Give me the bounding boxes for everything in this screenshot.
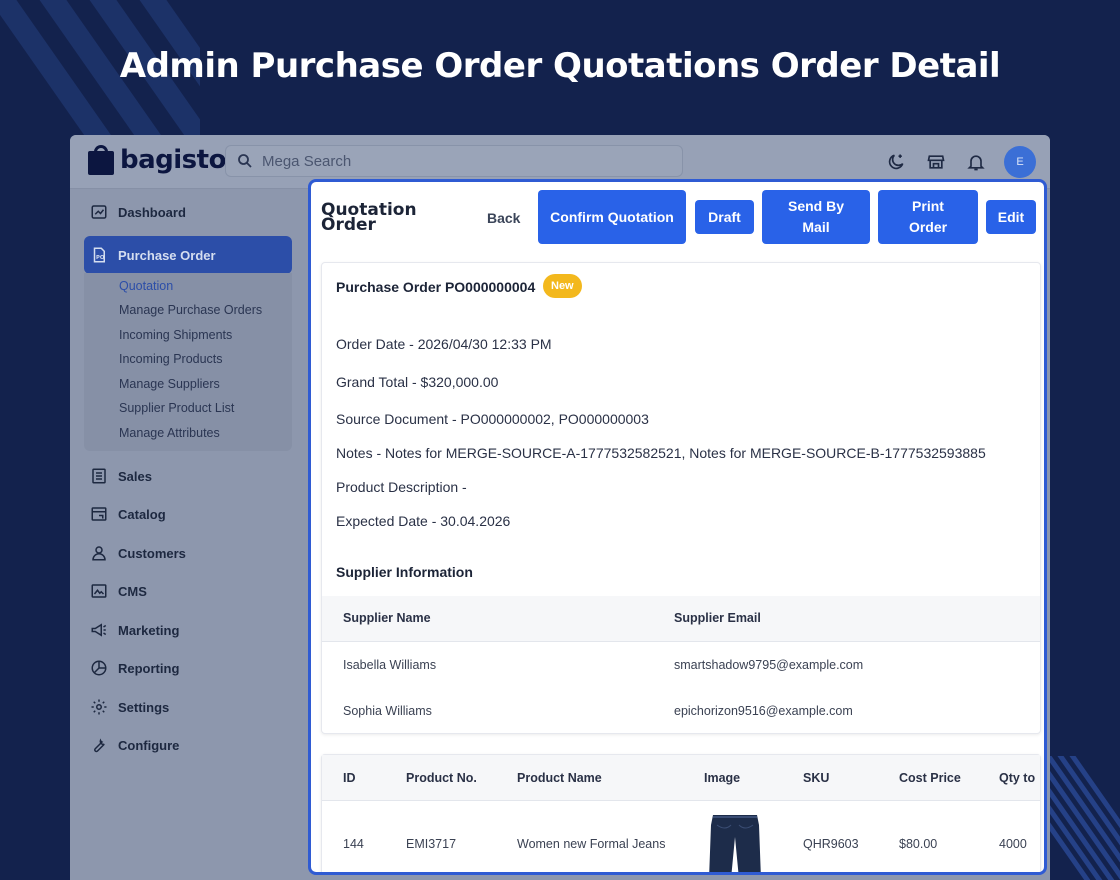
draft-button[interactable]: Draft	[695, 200, 754, 234]
logo[interactable]: bagisto	[88, 145, 226, 175]
marketing-icon	[90, 621, 108, 639]
order-details-card: Purchase Order PO000000004 New Order Dat…	[321, 262, 1041, 734]
column-header: Image	[704, 771, 741, 785]
submenu-item-manage-suppliers[interactable]: Manage Suppliers	[119, 377, 220, 391]
cost-price: $80.00	[899, 837, 938, 851]
cms-icon	[90, 582, 108, 600]
grand-total: Grand Total - $320,000.00	[336, 374, 499, 390]
dashboard-icon	[90, 203, 108, 221]
print-order-button[interactable]: Print Order	[878, 190, 978, 244]
avatar[interactable]: E	[1004, 146, 1036, 178]
sidebar-item-dashboard[interactable]: Dashboard	[84, 193, 292, 231]
sidebar-item-cms[interactable]: CMS	[84, 572, 292, 610]
source-document: Source Document - PO000000002, PO0000000…	[336, 411, 649, 427]
sidebar-item-label: Sales	[118, 468, 152, 484]
search-placeholder: Mega Search	[262, 152, 352, 170]
supplier-name: Isabella Williams	[343, 658, 437, 672]
table-header: Supplier Name Supplier Email	[322, 596, 1040, 642]
product-id: 144	[343, 837, 364, 851]
store-icon[interactable]	[924, 150, 948, 174]
product-description: Product Description -	[336, 479, 467, 495]
column-header: Product No.	[406, 771, 477, 785]
sidebar-item-sales[interactable]: Sales	[84, 457, 292, 495]
column-header: SKU	[803, 771, 830, 785]
submenu-item-manage-attributes[interactable]: Manage Attributes	[119, 426, 220, 440]
sidebar-item-label: Customers	[118, 545, 186, 561]
po-title: Purchase Order PO000000004	[336, 279, 536, 295]
column-header: Supplier Email	[674, 611, 761, 625]
column-header: Product Name	[517, 771, 602, 785]
column-header: Qty to	[999, 771, 1036, 785]
reporting-icon	[90, 659, 108, 677]
sidebar-item-catalog[interactable]: Catalog	[84, 495, 292, 533]
customers-icon	[90, 544, 108, 562]
modal-title: Quotation Order	[321, 200, 417, 235]
expected-date: Expected Date - 30.04.2026	[336, 513, 511, 529]
sidebar-item-label: Settings	[118, 699, 170, 715]
sidebar-item-reporting[interactable]: Reporting	[84, 649, 292, 687]
supplier-email: epichorizon9516@example.com	[674, 704, 853, 718]
confirm-quotation-button[interactable]: Confirm Quotation	[538, 190, 686, 244]
submenu-item-incoming-shipments[interactable]: Incoming Shipments	[119, 328, 232, 342]
table-row: 144 EMI3717 Women new Formal Jeans QHR96…	[322, 801, 1040, 872]
sales-icon	[90, 467, 108, 485]
sidebar-item-purchase-order[interactable]: PO Purchase Order	[84, 236, 292, 274]
submenu-item-quotation[interactable]: Quotation	[119, 279, 173, 293]
bag-icon	[88, 145, 114, 175]
bell-icon[interactable]	[964, 150, 988, 174]
sidebar-item-label: Purchase Order	[118, 247, 216, 263]
page-heading: Admin Purchase Order Quotations Order De…	[119, 46, 1001, 86]
product-name: Women new Formal Jeans	[517, 837, 666, 851]
table-header: ID Product No. Product Name Image SKU Co…	[322, 755, 1040, 801]
purchase-order-submenu: Quotation Manage Purchase Orders Incomin…	[84, 273, 292, 451]
sidebar-item-configure[interactable]: Configure	[84, 726, 292, 764]
sidebar-item-label: Configure	[118, 737, 180, 753]
submenu-item-supplier-product-list[interactable]: Supplier Product List	[119, 401, 234, 415]
column-header: Cost Price	[899, 771, 961, 785]
send-by-mail-button[interactable]: Send By Mail	[762, 190, 870, 244]
sidebar-item-label: CMS	[118, 583, 147, 599]
wrench-icon	[90, 736, 108, 754]
search-input[interactable]: Mega Search	[225, 145, 683, 177]
svg-text:PO: PO	[96, 255, 105, 261]
supplier-name: Sophia Williams	[343, 704, 432, 718]
sidebar-item-label: Reporting	[118, 660, 180, 676]
dark-mode-icon[interactable]	[884, 150, 908, 174]
quantity: 4000	[999, 837, 1027, 851]
catalog-icon	[90, 505, 108, 523]
sidebar-item-label: Dashboard	[118, 204, 186, 220]
notes: Notes - Notes for MERGE-SOURCE-A-1777532…	[336, 445, 986, 461]
sidebar-item-label: Marketing	[118, 622, 180, 638]
sidebar-item-label: Catalog	[118, 506, 166, 522]
product-sku: QHR9603	[803, 837, 859, 851]
table-row: Sophia Williams epichorizon9516@example.…	[322, 688, 1040, 734]
column-header: ID	[343, 771, 356, 785]
supplier-section-title: Supplier Information	[336, 564, 473, 580]
search-icon	[238, 154, 252, 168]
submenu-item-incoming-products[interactable]: Incoming Products	[119, 352, 223, 366]
back-button[interactable]: Back	[487, 210, 520, 226]
supplier-email: smartshadow9795@example.com	[674, 658, 864, 672]
logo-text: bagisto	[120, 145, 226, 175]
order-date: Order Date - 2026/04/30 12:33 PM	[336, 336, 552, 352]
product-number: EMI3717	[406, 837, 457, 851]
sidebar-item-customers[interactable]: Customers	[84, 534, 292, 572]
purchase-order-icon: PO	[90, 246, 108, 264]
products-card: ID Product No. Product Name Image SKU Co…	[321, 754, 1041, 872]
column-header: Supplier Name	[343, 611, 431, 625]
edit-button[interactable]: Edit	[986, 200, 1036, 234]
sidebar: Dashboard PO Purchase Order Quotation Ma…	[70, 189, 306, 880]
sidebar-item-settings[interactable]: Settings	[84, 688, 292, 726]
status-badge: New	[543, 274, 582, 298]
submenu-item-manage-purchase-orders[interactable]: Manage Purchase Orders	[119, 303, 262, 317]
table-row: Isabella Williams smartshadow9795@exampl…	[322, 642, 1040, 688]
sidebar-item-marketing[interactable]: Marketing	[84, 611, 292, 649]
quotation-order-modal: Quotation Order Back Confirm Quotation D…	[308, 179, 1047, 875]
settings-icon	[90, 698, 108, 716]
product-image	[709, 815, 761, 872]
